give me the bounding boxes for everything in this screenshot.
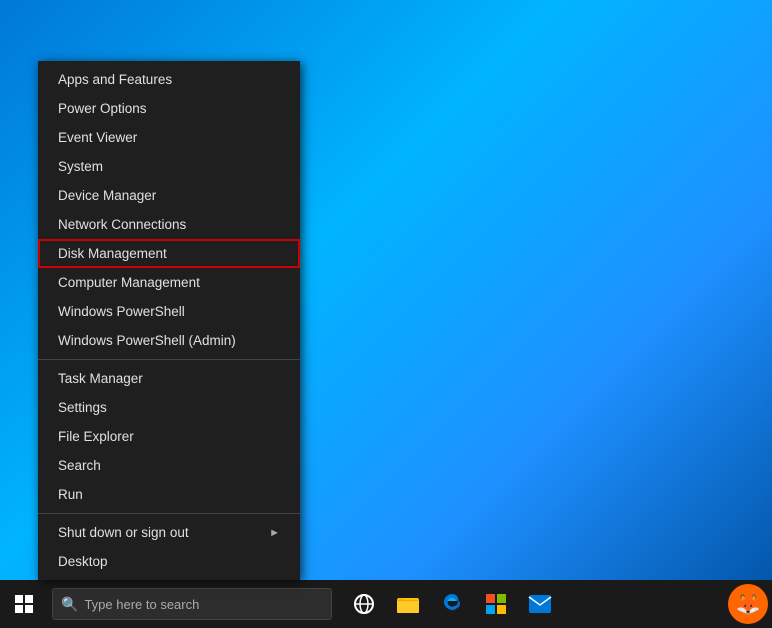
submenu-chevron-icon: ► (269, 527, 280, 539)
menu-item-file-explorer[interactable]: File Explorer (38, 422, 300, 451)
menu-item-event-viewer[interactable]: Event Viewer (38, 123, 300, 152)
taskbar-search-box[interactable]: 🔍 Type here to search (52, 588, 332, 620)
mail-button[interactable] (520, 580, 560, 628)
taskbar: 🔍 Type here to search (0, 580, 772, 628)
menu-item-run[interactable]: Run (38, 480, 300, 509)
taskbar-right: 🦊 (728, 584, 772, 624)
menu-item-desktop[interactable]: Desktop (38, 547, 300, 576)
edge-browser-button[interactable] (432, 580, 472, 628)
file-explorer-icon (396, 593, 420, 615)
menu-item-computer-management[interactable]: Computer Management (38, 268, 300, 297)
desktop: Apps and Features Power Options Event Vi… (0, 0, 772, 628)
task-view-button[interactable] (344, 580, 384, 628)
menu-item-windows-powershell[interactable]: Windows PowerShell (38, 297, 300, 326)
user-avatar[interactable]: 🦊 (728, 584, 768, 624)
menu-item-network-connections[interactable]: Network Connections (38, 210, 300, 239)
menu-item-apps-features[interactable]: Apps and Features (38, 65, 300, 94)
taskbar-icons (344, 580, 560, 628)
menu-item-disk-management[interactable]: Disk Management (38, 239, 300, 268)
menu-item-shutdown-signout[interactable]: Shut down or sign out ► (38, 518, 300, 547)
menu-item-system[interactable]: System (38, 152, 300, 181)
store-button[interactable] (476, 580, 516, 628)
start-button[interactable] (0, 580, 48, 628)
menu-item-windows-powershell-admin[interactable]: Windows PowerShell (Admin) (38, 326, 300, 355)
menu-section-1: Apps and Features Power Options Event Vi… (38, 61, 300, 360)
file-explorer-button[interactable] (388, 580, 428, 628)
menu-item-task-manager[interactable]: Task Manager (38, 364, 300, 393)
task-view-icon (353, 593, 375, 615)
context-menu: Apps and Features Power Options Event Vi… (38, 61, 300, 580)
store-icon (484, 592, 508, 616)
menu-item-device-manager[interactable]: Device Manager (38, 181, 300, 210)
search-icon: 🔍 (61, 596, 78, 613)
edge-icon (440, 592, 464, 616)
menu-item-settings[interactable]: Settings (38, 393, 300, 422)
menu-item-power-options[interactable]: Power Options (38, 94, 300, 123)
menu-section-2: Task Manager Settings File Explorer Sear… (38, 360, 300, 514)
menu-section-3: Shut down or sign out ► Desktop (38, 514, 300, 580)
mail-icon (528, 594, 552, 614)
windows-logo-icon (15, 595, 33, 613)
search-placeholder: Type here to search (84, 597, 199, 612)
menu-item-search[interactable]: Search (38, 451, 300, 480)
